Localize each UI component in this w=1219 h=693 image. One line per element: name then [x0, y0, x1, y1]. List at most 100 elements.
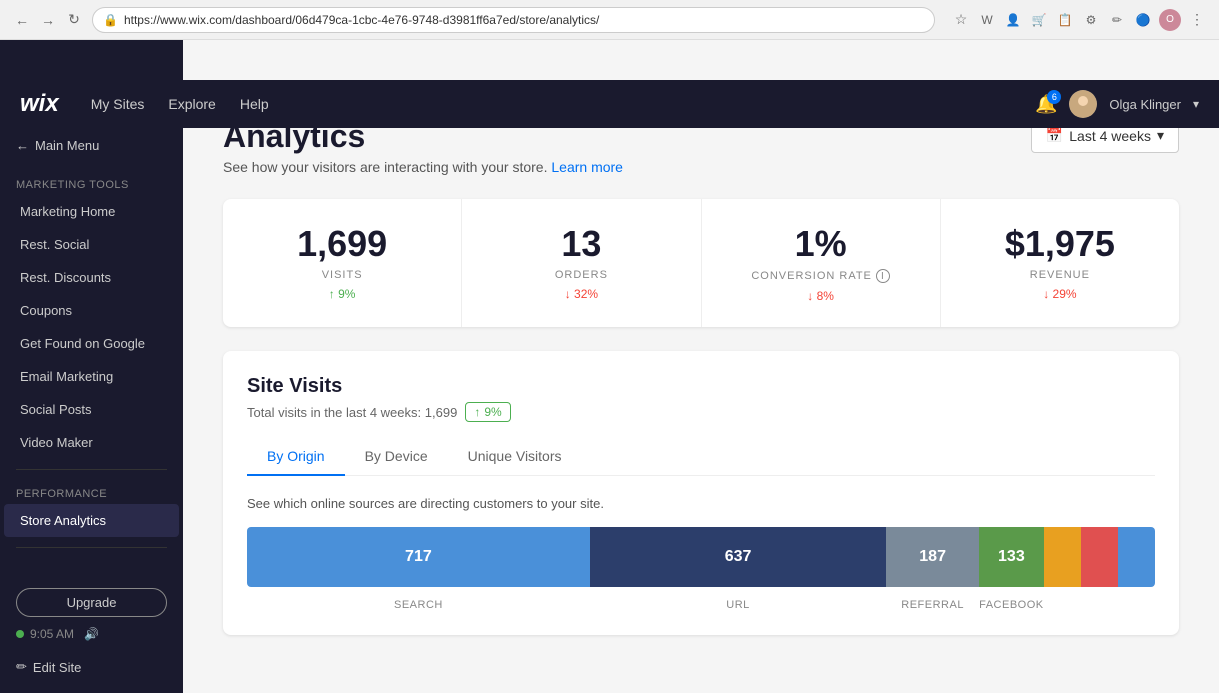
site-visits-tabs: By Origin By Device Unique Visitors [247, 438, 1155, 476]
stat-card-revenue: $1,975 REVENUE ↓ 29% [941, 199, 1179, 327]
tab-by-origin[interactable]: By Origin [247, 438, 345, 476]
bar-other2 [1081, 527, 1118, 587]
sidebar-item-social-posts[interactable]: Social Posts [4, 393, 179, 426]
label-referral: REFERRAL [886, 595, 979, 611]
sidebar-bottom: Upgrade 9:05 AM 🔊 ✏ Edit Site [0, 578, 183, 693]
page-subtitle: See how your visitors are interacting wi… [223, 159, 623, 175]
label-other3 [1118, 595, 1155, 611]
sidebar-divider-2 [16, 547, 167, 548]
conversion-value: 1% [722, 223, 920, 265]
visits-label: VISITS [243, 269, 441, 281]
time-text: 9:05 AM [30, 627, 74, 641]
label-search: SEARCH [247, 595, 590, 611]
user-dropdown-icon[interactable]: ▾ [1193, 97, 1199, 111]
profile-avatar[interactable]: O [1159, 9, 1181, 31]
conversion-change: ↓ 8% [722, 289, 920, 303]
bar-search-value: 717 [405, 548, 432, 566]
up-arrow-icon: ↑ [474, 405, 480, 419]
tab-by-device[interactable]: By Device [345, 438, 448, 476]
visits-value: 1,699 [243, 223, 441, 265]
back-button[interactable]: ← [12, 10, 32, 30]
ext3-icon[interactable]: 🛒 [1029, 10, 1049, 30]
conversion-label: CONVERSION RATE i [722, 269, 920, 283]
badge-text: 9% [484, 405, 501, 419]
visits-subtitle-text: Total visits in the last 4 weeks: 1,699 [247, 405, 457, 420]
sidebar-item-email-marketing[interactable]: Email Marketing [4, 360, 179, 393]
user-name[interactable]: Olga Klinger [1109, 97, 1181, 112]
menu-icon[interactable]: ⋮ [1187, 10, 1207, 30]
ext6-icon[interactable]: ✏ [1107, 10, 1127, 30]
bar-referral-value: 187 [919, 548, 946, 566]
orders-label: ORDERS [482, 269, 680, 281]
star-icon[interactable]: ☆ [951, 10, 971, 30]
marketing-section-label: Marketing Tools [0, 171, 183, 195]
explore-link[interactable]: Explore [168, 96, 215, 112]
bar-facebook: 133 [979, 527, 1044, 587]
browser-nav: ← → ↻ [12, 10, 84, 30]
sidebar-item-marketing-home[interactable]: Marketing Home [4, 195, 179, 228]
stat-card-visits: 1,699 VISITS ↑ 9% [223, 199, 462, 327]
sidebar-item-rest-discounts[interactable]: Rest. Discounts [4, 261, 179, 294]
label-other1 [1044, 595, 1081, 611]
upgrade-button[interactable]: Upgrade [16, 588, 167, 617]
info-icon[interactable]: i [876, 269, 890, 283]
sidebar-time-display: 9:05 AM 🔊 [16, 617, 167, 651]
stat-card-conversion: 1% CONVERSION RATE i ↓ 8% [702, 199, 941, 327]
notification-badge: 6 [1047, 90, 1061, 104]
sidebar-item-get-found-on-google[interactable]: Get Found on Google [4, 327, 179, 360]
dropdown-chevron-icon: ▾ [1157, 127, 1164, 144]
my-sites-link[interactable]: My Sites [91, 96, 145, 112]
site-visits-section: Site Visits Total visits in the last 4 w… [223, 351, 1179, 635]
page-inner: Analytics See how your visitors are inte… [183, 88, 1219, 665]
bar-search: 717 [247, 527, 590, 587]
date-filter-label: Last 4 weeks [1069, 128, 1151, 144]
bar-other1 [1044, 527, 1081, 587]
ext1-icon[interactable]: W [977, 10, 997, 30]
tab-unique-visitors[interactable]: Unique Visitors [448, 438, 582, 476]
bar-other3 [1118, 527, 1155, 587]
url-text: https://www.wix.com/dashboard/06d479ca-1… [124, 13, 599, 27]
revenue-value: $1,975 [961, 223, 1159, 265]
label-other2 [1081, 595, 1118, 611]
visits-badge: ↑ 9% [465, 402, 510, 422]
edit-site-button[interactable]: ✏ Edit Site [16, 651, 167, 683]
label-facebook: FACEBOOK [979, 595, 1044, 611]
sidebar-item-coupons[interactable]: Coupons [4, 294, 179, 327]
forward-button[interactable]: → [38, 10, 58, 30]
sidebar-divider-1 [16, 469, 167, 470]
bar-facebook-value: 133 [998, 548, 1025, 566]
stats-row: 1,699 VISITS ↑ 9% 13 ORDERS ↓ 32% 1% [223, 199, 1179, 327]
visits-change: ↑ 9% [243, 287, 441, 301]
sidebar-back-button[interactable]: ← Main Menu [0, 128, 183, 163]
edit-icon: ✏ [16, 659, 27, 675]
learn-more-link[interactable]: Learn more [551, 159, 623, 175]
wix-logo: wix [20, 90, 59, 118]
orders-value: 13 [482, 223, 680, 265]
sidebar: ← Main Menu Marketing Tools Marketing Ho… [0, 40, 183, 693]
sidebar-item-store-analytics[interactable]: Store Analytics [4, 504, 179, 537]
sound-icon: 🔊 [84, 627, 99, 641]
revenue-label: REVENUE [961, 269, 1159, 281]
visits-header: Site Visits [247, 375, 1155, 398]
ext4-icon[interactable]: 📋 [1055, 10, 1075, 30]
calendar-icon: 📅 [1046, 127, 1063, 144]
main-content: Analytics See how your visitors are inte… [183, 40, 1219, 693]
sidebar-back-label: Main Menu [35, 138, 99, 153]
bar-chart-container: 717 637 187 133 [247, 527, 1155, 611]
address-bar[interactable]: 🔒 https://www.wix.com/dashboard/06d479ca… [92, 7, 935, 33]
back-arrow-icon: ← [16, 138, 29, 153]
ext5-icon[interactable]: ⚙ [1081, 10, 1101, 30]
notifications-button[interactable]: 🔔 6 [1035, 94, 1057, 115]
refresh-button[interactable]: ↻ [64, 10, 84, 30]
help-link[interactable]: Help [240, 96, 269, 112]
bar-referral: 187 [886, 527, 979, 587]
label-url: URL [590, 595, 886, 611]
sidebar-item-video-maker[interactable]: Video Maker [4, 426, 179, 459]
ext7-icon[interactable]: 🔵 [1133, 10, 1153, 30]
performance-section-label: Performance [0, 480, 183, 504]
ext2-icon[interactable]: 👤 [1003, 10, 1023, 30]
bar-labels: SEARCH URL REFERRAL FACEBOOK [247, 595, 1155, 611]
sidebar-item-rest-social[interactable]: Rest. Social [4, 228, 179, 261]
lock-icon: 🔒 [103, 13, 118, 27]
user-avatar [1069, 90, 1097, 118]
